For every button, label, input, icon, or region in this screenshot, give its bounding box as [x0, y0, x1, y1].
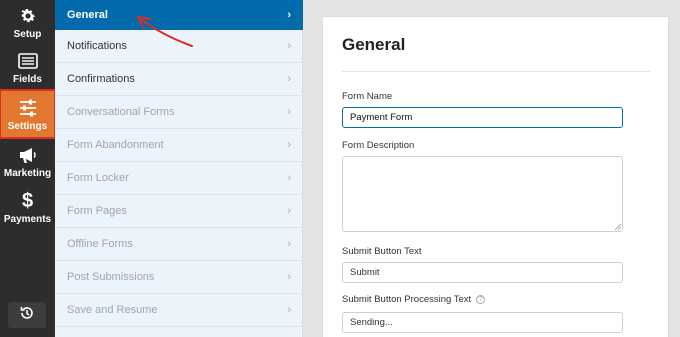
chevron-right-icon: › — [287, 106, 291, 118]
help-icon[interactable]: ? — [476, 294, 486, 304]
form-name-input[interactable]: Payment Form — [342, 107, 623, 128]
menu-item-save-and-resume[interactable]: Save and Resume › — [55, 294, 303, 327]
submit-button-text-value: Submit — [350, 267, 380, 278]
annotation-arrow — [137, 16, 193, 47]
chevron-right-icon: › — [287, 271, 291, 283]
page-title: General — [342, 35, 406, 54]
chevron-right-icon: › — [287, 139, 291, 151]
sidebar-item-payments[interactable]: $ Payments — [0, 190, 55, 228]
submit-button-text-input[interactable]: Submit — [342, 262, 623, 283]
menu-item-label: Save and Resume — [67, 304, 158, 316]
sidebar-item-label: Payments — [3, 214, 52, 225]
processing-text-value: Sending... — [350, 317, 393, 328]
menu-item-label: Form Abandonment — [67, 139, 164, 151]
settings-menu: General › Notifications › Confirmations … — [55, 0, 303, 337]
menu-item-label: General — [67, 9, 108, 21]
form-name-label: Form Name — [342, 91, 393, 102]
sidebar-item-setup[interactable]: Setup — [0, 5, 55, 43]
menu-item-label: Form Pages — [67, 205, 127, 217]
divider — [342, 71, 650, 72]
submit-button-text-label: Submit Button Text — [342, 246, 422, 257]
menu-item-label: Conversational Forms — [67, 106, 175, 118]
list-icon — [17, 50, 38, 72]
menu-item-label: Offline Forms — [67, 238, 133, 250]
sidebar-item-fields[interactable]: Fields — [0, 50, 55, 88]
chevron-right-icon: › — [287, 172, 291, 184]
sidebar-item-label: Setup — [13, 29, 42, 40]
processing-text-input[interactable]: Sending... — [342, 312, 623, 333]
sidebar-item-label: Marketing — [3, 168, 52, 179]
menu-item-label: Confirmations — [67, 73, 135, 85]
gear-icon — [19, 5, 37, 27]
menu-item-confirmations[interactable]: Confirmations › — [55, 63, 303, 96]
menu-item-label: Form Locker — [67, 172, 129, 184]
menu-item-form-abandonment[interactable]: Form Abandonment › — [55, 129, 303, 162]
menu-item-label: Notifications — [67, 40, 127, 52]
chevron-right-icon: › — [287, 40, 291, 52]
sidebar-item-label: Fields — [13, 74, 42, 85]
dollar-icon: $ — [21, 189, 34, 212]
chevron-right-icon: › — [287, 73, 291, 85]
menu-item-offline-forms[interactable]: Offline Forms › — [55, 228, 303, 261]
form-description-textarea[interactable] — [342, 156, 623, 232]
menu-item-form-locker[interactable]: Form Locker › — [55, 162, 303, 195]
form-name-value: Payment Form — [350, 112, 413, 123]
processing-text-label-row: Submit Button Processing Text? — [342, 294, 486, 305]
chevron-right-icon: › — [287, 238, 291, 250]
sliders-icon — [18, 97, 38, 119]
menu-item-label: Post Submissions — [67, 271, 155, 283]
builder-sidebar: Setup Fields Settings Marketing $ Paymen… — [0, 0, 56, 337]
general-settings-panel: General Form Name Payment Form Form Desc… — [322, 16, 669, 337]
sidebar-item-marketing[interactable]: Marketing — [0, 144, 55, 182]
chevron-right-icon: › — [287, 304, 291, 316]
menu-item-post-submissions[interactable]: Post Submissions › — [55, 261, 303, 294]
sidebar-item-label: Settings — [7, 121, 48, 132]
sidebar-item-settings[interactable]: Settings — [0, 89, 56, 139]
chevron-right-icon: › — [287, 205, 291, 217]
megaphone-icon — [18, 144, 38, 166]
menu-item-form-pages[interactable]: Form Pages › — [55, 195, 303, 228]
main-area: General Form Name Payment Form Form Desc… — [303, 0, 680, 337]
resize-handle-icon[interactable] — [615, 224, 621, 230]
processing-text-label: Submit Button Processing Text — [342, 294, 472, 305]
history-button[interactable] — [8, 302, 46, 328]
chevron-right-icon: › — [287, 9, 291, 21]
history-icon — [19, 305, 35, 326]
form-description-label: Form Description — [342, 140, 415, 151]
menu-item-conversational-forms[interactable]: Conversational Forms › — [55, 96, 303, 129]
